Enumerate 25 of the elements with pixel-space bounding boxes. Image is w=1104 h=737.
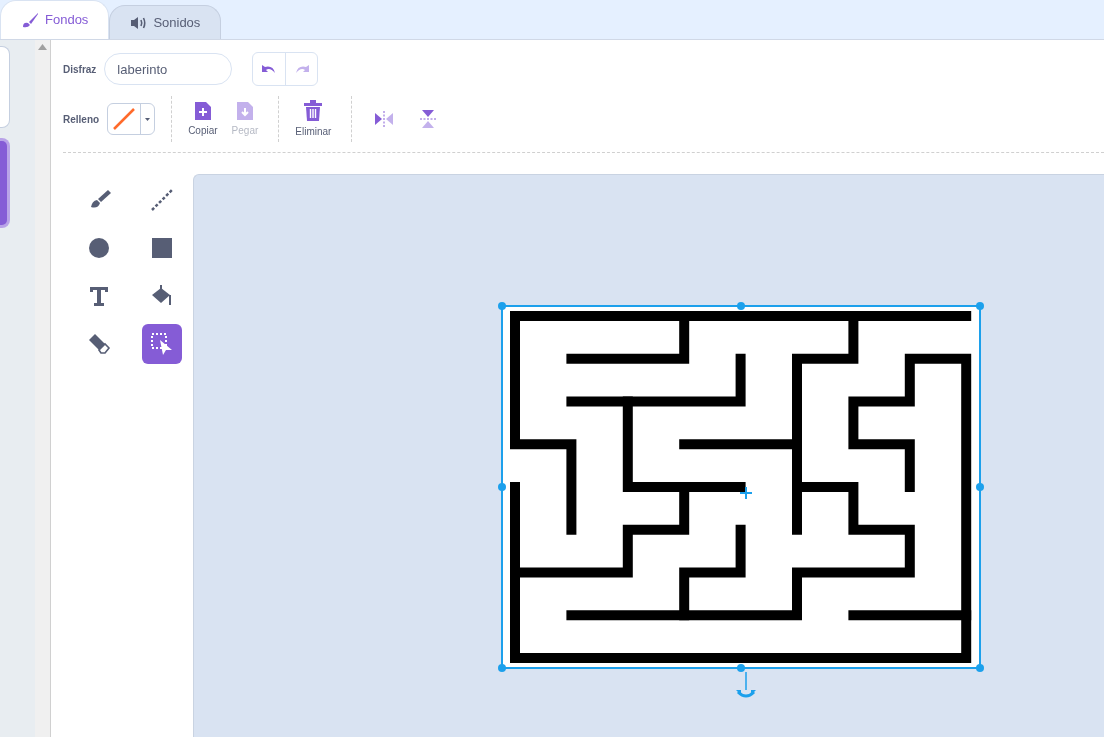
scrollbar[interactable] <box>35 40 51 737</box>
drawing-canvas[interactable] <box>193 174 1104 737</box>
select-tool[interactable] <box>141 324 182 364</box>
flip-vertical-icon <box>420 109 437 129</box>
copy-icon <box>193 100 212 121</box>
tab[interactable]: Fondos <box>0 0 110 39</box>
tab[interactable]: Sonidos <box>109 5 222 39</box>
copy-button[interactable]: Copiar <box>184 100 222 138</box>
scroll-up-arrow-icon <box>38 44 47 50</box>
center-crosshair-icon <box>740 487 752 499</box>
dropdown-caret-icon <box>145 117 151 121</box>
fill-color-picker[interactable] <box>107 103 156 135</box>
backdrop-thumbnail[interactable] <box>0 46 10 128</box>
trash-icon <box>303 99 324 122</box>
speaker-icon <box>130 15 148 30</box>
costume-label: Disfraz <box>63 62 97 77</box>
costume-name-field[interactable]: laberinto <box>104 53 233 85</box>
delete-button[interactable]: Eliminar <box>291 99 336 139</box>
flip-vertical-button[interactable] <box>418 107 439 131</box>
backdrop-thumbnail[interactable] <box>0 138 10 228</box>
brush-icon <box>21 12 39 28</box>
fill-label: Relleno <box>63 112 100 127</box>
flip-horizontal-icon <box>374 111 395 127</box>
paste-icon <box>235 100 254 121</box>
rotation-handle-icon[interactable] <box>735 672 757 700</box>
